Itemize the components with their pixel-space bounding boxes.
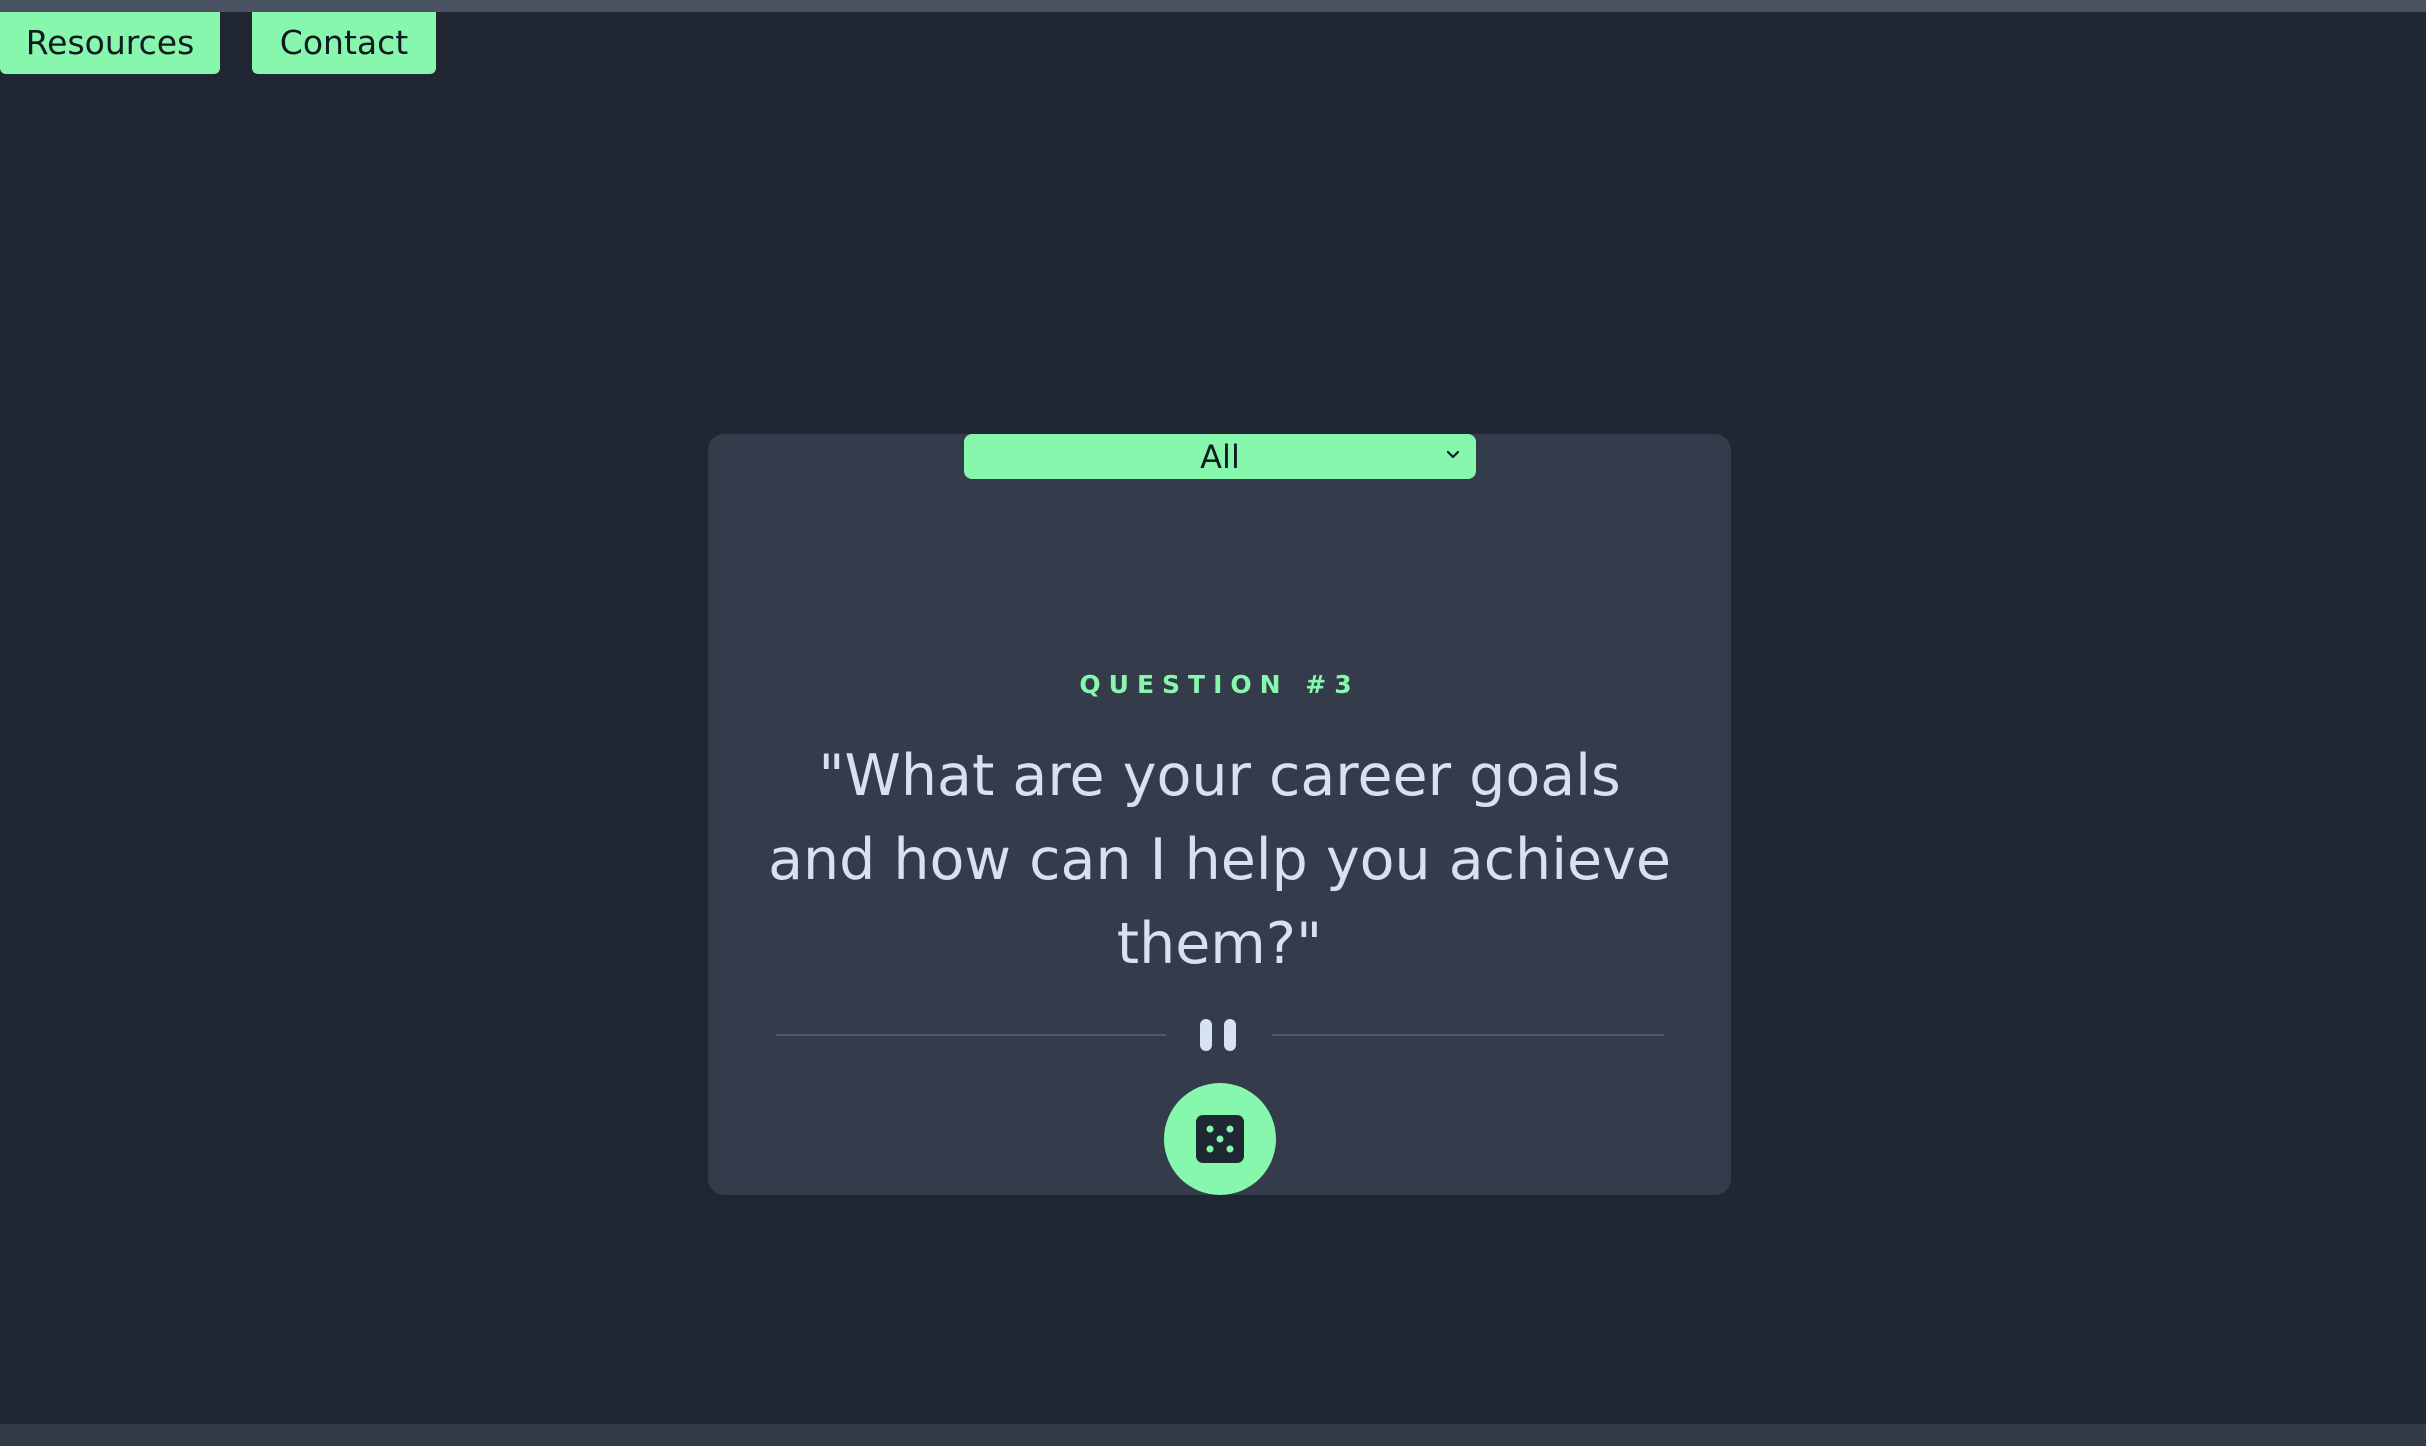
divider-right <box>1272 1034 1664 1036</box>
divider-left <box>776 1034 1166 1036</box>
contact-button[interactable]: Contact <box>252 12 436 74</box>
question-text: "What are your career goals and how can … <box>768 743 1671 977</box>
top-strip <box>0 0 2426 12</box>
category-select[interactable]: All <box>964 434 1476 479</box>
question-number: QUESTION #3 <box>1079 670 1360 699</box>
dice-icon <box>1196 1115 1244 1163</box>
resources-button[interactable]: Resources <box>0 12 220 74</box>
question-card: All QUESTION #3 "What are your career go… <box>708 434 1731 1195</box>
category-select-value: All <box>1200 438 1240 476</box>
chevron-down-icon <box>1446 450 1460 459</box>
bottom-strip <box>0 1424 2426 1446</box>
random-question-button[interactable] <box>1164 1083 1276 1195</box>
pause-icon <box>1200 1019 1236 1051</box>
